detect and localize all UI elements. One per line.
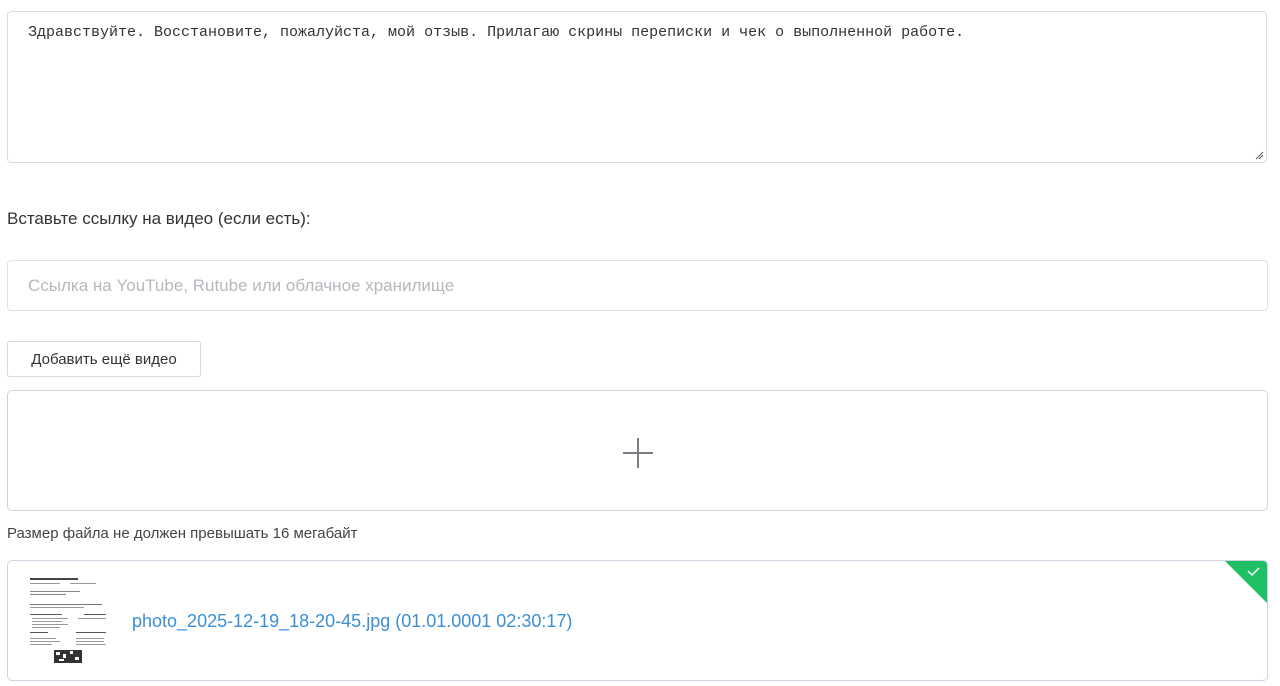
video-link-label: Вставьте ссылку на видео (если есть):	[7, 209, 311, 228]
resize-grip-icon[interactable]	[1254, 150, 1264, 160]
review-textarea[interactable]: Здравствуйте. Восстановите, пожалуйста, …	[7, 11, 1267, 163]
attachment-thumbnail[interactable]	[26, 573, 112, 669]
attachment-card: photo_2025-12-19_18-20-45.jpg (01.01.000…	[7, 560, 1268, 681]
check-icon	[1225, 561, 1267, 603]
attachment-file-link[interactable]: photo_2025-12-19_18-20-45.jpg (01.01.000…	[132, 611, 572, 632]
add-video-button[interactable]: Добавить ещё видео	[7, 341, 201, 377]
plus-icon	[623, 438, 653, 468]
video-link-input[interactable]	[7, 260, 1268, 311]
review-text: Здравствуйте. Восстановите, пожалуйста, …	[28, 24, 965, 41]
file-size-note: Размер файла не должен превышать 16 мега…	[7, 525, 358, 542]
file-dropzone[interactable]	[7, 390, 1268, 511]
